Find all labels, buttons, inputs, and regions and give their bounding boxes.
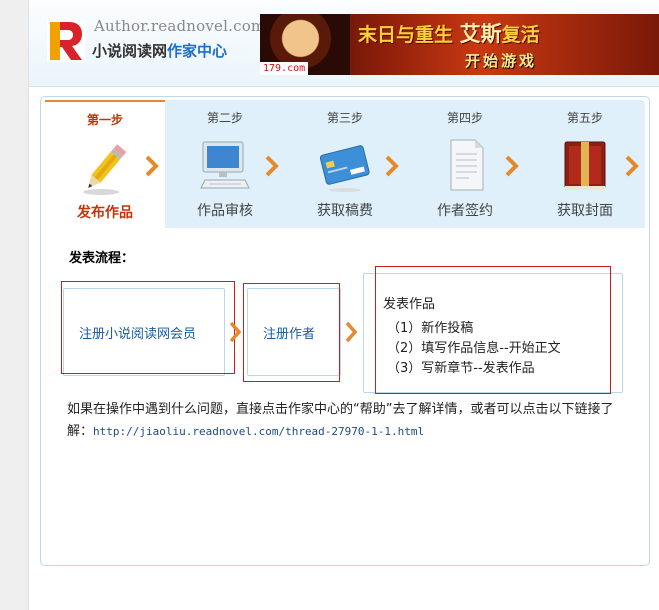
chevron-right-icon [345, 321, 357, 343]
step-name: 发布作品 [77, 205, 133, 221]
annotation-box-2 [243, 283, 340, 382]
chevron-right-icon [385, 155, 399, 177]
annotation-box-1 [61, 281, 235, 374]
banner-subtitle: 开始游戏 [465, 52, 538, 70]
logo-title-main: 小说阅读网 [92, 42, 168, 60]
logo-title-accent: 作家中心 [167, 42, 228, 60]
credit-card-icon [319, 138, 371, 194]
chevron-right-icon [265, 155, 279, 177]
step-name: 作品审核 [197, 203, 253, 219]
book-icon [559, 138, 611, 194]
computer-icon [199, 138, 251, 194]
help-paragraph: 如果在操作中遇到什么问题，直接点击作家中心的“帮助”去了解详情，或者可以点击以下… [67, 399, 627, 443]
step-label: 第五步 [566, 111, 603, 125]
step-label: 第一步 [86, 113, 123, 127]
annotation-box-3 [375, 266, 611, 394]
document-icon [439, 138, 491, 194]
logo-title: 小说阅读网作家中心 [92, 40, 227, 61]
banner-title-a: 末日与重生 [358, 24, 454, 46]
banner-site-label: 179.com [260, 62, 309, 75]
step-tabs: 第一步 发布作品 第二步 作品审核 第三步 获取稿费 第四步 作者签约 第五步 … [45, 100, 645, 228]
guide-panel: 第一步 发布作品 第二步 作品审核 第三步 获取稿费 第四步 作者签约 第五步 … [40, 96, 650, 566]
step-label: 第二步 [206, 111, 243, 125]
step-label: 第三步 [326, 111, 363, 125]
banner-title: 末日与重生 艾斯复活 [358, 18, 540, 48]
step-label: 第四步 [446, 111, 483, 125]
step-name: 获取封面 [557, 203, 613, 219]
chevron-right-icon [229, 321, 241, 343]
site-header: Author.readnovel.com 小说阅读网作家中心 179.com 末… [29, 0, 659, 87]
step-name: 作者签约 [437, 203, 493, 219]
readnovel-logo-icon[interactable] [47, 20, 85, 62]
chevron-right-icon [505, 155, 519, 177]
chevron-right-icon [145, 155, 159, 177]
logo-domain-text: Author.readnovel.com [94, 17, 266, 35]
game-ad-banner[interactable]: 179.com 末日与重生 艾斯复活 开始游戏 [260, 14, 659, 75]
left-gutter [0, 0, 29, 610]
help-forum-link[interactable]: http://jiaoliu.readnovel.com/thread-2797… [93, 425, 424, 438]
chevron-right-icon [625, 155, 639, 177]
step-name: 获取稿费 [317, 203, 373, 219]
banner-title-b: 艾斯 [459, 22, 502, 46]
flow-title: 发表流程： [69, 251, 135, 266]
pencil-icon [79, 140, 131, 196]
banner-title-c: 复活 [501, 24, 540, 46]
